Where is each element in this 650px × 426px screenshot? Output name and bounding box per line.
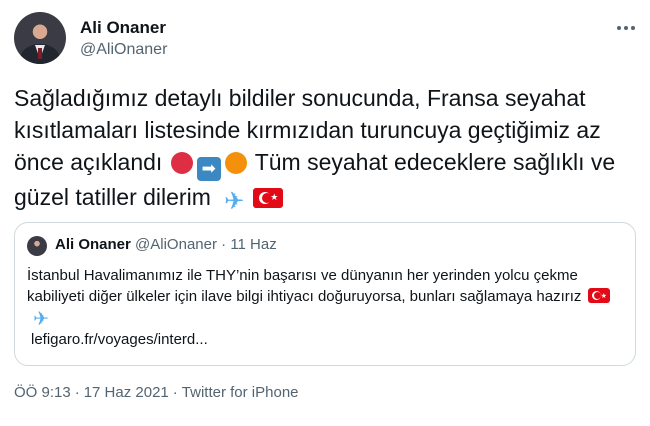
- quoted-link[interactable]: lefigaro.fr/voyages/interd...: [31, 331, 208, 348]
- tweet-header: Ali Onaner @AliOnaner: [14, 12, 638, 68]
- quoted-body: İstanbul Havalimanımız ile THY’nin başar…: [27, 267, 582, 305]
- tweet-footer: ÖÖ 9:13 · 17 Haz 2021 · Twitter for iPhone: [14, 384, 299, 401]
- quoted-header: Ali Onaner @AliOnaner · 11 Haz: [55, 236, 277, 253]
- more-options-icon[interactable]: [614, 18, 638, 38]
- author-name[interactable]: Ali Onaner: [80, 18, 166, 38]
- airplane-icon: ✈: [33, 308, 49, 330]
- footer-separator-2: ·: [172, 384, 178, 401]
- turkey-flag-icon: ★: [253, 188, 284, 208]
- tweet-date[interactable]: 17 Haz 2021: [84, 384, 169, 401]
- quoted-author-handle: @AliOnaner: [135, 236, 217, 253]
- right-arrow-icon: ➡: [196, 157, 221, 181]
- turkey-flag-icon: ★: [587, 288, 610, 303]
- footer-separator: ·: [74, 384, 80, 401]
- quoted-tweet[interactable]: Ali Onaner @AliOnaner · 11 Haz İstanbul …: [14, 222, 636, 366]
- avatar[interactable]: [14, 12, 66, 64]
- tweet-text: Sağladığımız detaylı bildiler sonucunda,…: [14, 82, 636, 213]
- quoted-separator: ·: [221, 236, 227, 253]
- quoted-text: İstanbul Havalimanımız ile THY’nin başar…: [27, 265, 625, 350]
- tweet-time[interactable]: ÖÖ 9:13: [14, 384, 71, 401]
- avatar-tie: [38, 48, 42, 59]
- quoted-date: 11 Haz: [230, 236, 277, 253]
- orange-circle-icon: [224, 152, 247, 174]
- red-circle-icon: [170, 152, 193, 174]
- author-handle[interactable]: @AliOnaner: [80, 41, 167, 59]
- quoted-author-name: Ali Onaner: [55, 236, 131, 253]
- quoted-avatar: [27, 236, 47, 256]
- tweet-source[interactable]: Twitter for iPhone: [182, 384, 299, 401]
- airplane-icon: ✈: [224, 187, 245, 215]
